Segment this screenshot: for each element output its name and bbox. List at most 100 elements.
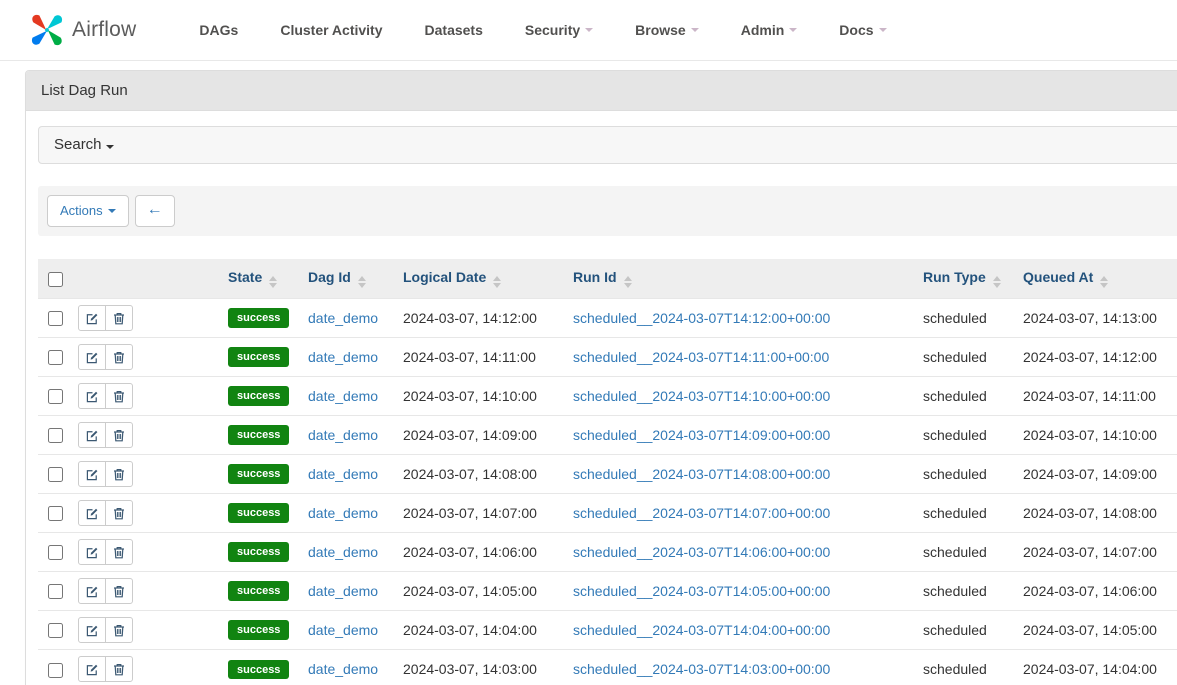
back-arrow-icon: ←: [147, 200, 163, 219]
run-id-cell: scheduled__2024-03-07T14:05:00+00:00: [563, 572, 913, 611]
table-row: success date_demo 2024-03-07, 14:04:00 s…: [38, 611, 1177, 650]
select-all-cell: [38, 259, 68, 299]
dag-id-link[interactable]: date_demo: [308, 388, 378, 404]
row-checkbox[interactable]: [48, 545, 63, 560]
state-badge: success: [228, 464, 289, 483]
nav-item-dags[interactable]: DAGs: [178, 0, 259, 60]
column-header-logical-date[interactable]: Logical Date: [393, 259, 563, 299]
search-toggle[interactable]: Search: [38, 126, 1177, 164]
edit-icon: [86, 390, 99, 403]
dag-id-link[interactable]: date_demo: [308, 505, 378, 521]
edit-record-button[interactable]: [78, 500, 106, 526]
run-id-link[interactable]: scheduled__2024-03-07T14:03:00+00:00: [573, 661, 830, 677]
state-badge: success: [228, 660, 289, 679]
row-checkbox[interactable]: [48, 506, 63, 521]
edit-record-button[interactable]: [78, 617, 106, 643]
sort-icon: [993, 276, 1001, 288]
dag-id-link[interactable]: date_demo: [308, 583, 378, 599]
dag-id-link[interactable]: date_demo: [308, 349, 378, 365]
sort-icon: [624, 276, 632, 288]
dag-id-link[interactable]: date_demo: [308, 466, 378, 482]
nav-item-datasets[interactable]: Datasets: [404, 0, 504, 60]
dag-id-link[interactable]: date_demo: [308, 622, 378, 638]
table-row: success date_demo 2024-03-07, 14:08:00 s…: [38, 455, 1177, 494]
row-checkbox[interactable]: [48, 584, 63, 599]
dag-id-cell: date_demo: [298, 650, 393, 685]
nav-item-docs[interactable]: Docs: [818, 0, 907, 60]
column-header-run-id[interactable]: Run Id: [563, 259, 913, 299]
row-checkbox[interactable]: [48, 311, 63, 326]
edit-record-button[interactable]: [78, 305, 106, 331]
column-header-label: Run Type: [923, 269, 986, 285]
run-id-link[interactable]: scheduled__2024-03-07T14:07:00+00:00: [573, 505, 830, 521]
nav-item-security[interactable]: Security: [504, 0, 614, 60]
row-checkbox[interactable]: [48, 663, 63, 678]
nav-item-cluster-activity[interactable]: Cluster Activity: [259, 0, 403, 60]
column-header-run-type[interactable]: Run Type: [913, 259, 1013, 299]
row-checkbox[interactable]: [48, 389, 63, 404]
state-cell: success: [218, 533, 298, 572]
state-cell: success: [218, 377, 298, 416]
column-header-state[interactable]: State: [218, 259, 298, 299]
logical-date-cell: 2024-03-07, 14:09:00: [393, 416, 563, 455]
run-id-link[interactable]: scheduled__2024-03-07T14:04:00+00:00: [573, 622, 830, 638]
run-id-link[interactable]: scheduled__2024-03-07T14:09:00+00:00: [573, 427, 830, 443]
edit-record-button[interactable]: [78, 422, 106, 448]
column-header-queued-at[interactable]: Queued At: [1013, 259, 1177, 299]
run-id-cell: scheduled__2024-03-07T14:10:00+00:00: [563, 377, 913, 416]
run-id-link[interactable]: scheduled__2024-03-07T14:12:00+00:00: [573, 310, 830, 326]
delete-record-button[interactable]: [105, 422, 133, 448]
edit-icon: [86, 507, 99, 520]
run-id-link[interactable]: scheduled__2024-03-07T14:10:00+00:00: [573, 388, 830, 404]
logical-date-cell: 2024-03-07, 14:10:00: [393, 377, 563, 416]
dag-id-link[interactable]: date_demo: [308, 427, 378, 443]
delete-record-button[interactable]: [105, 305, 133, 331]
trash-icon: [113, 312, 125, 325]
delete-record-button[interactable]: [105, 656, 133, 682]
row-checkbox[interactable]: [48, 467, 63, 482]
delete-record-button[interactable]: [105, 539, 133, 565]
edit-record-button[interactable]: [78, 461, 106, 487]
edit-record-button[interactable]: [78, 383, 106, 409]
row-actions-cell: [68, 572, 218, 611]
dag-id-link[interactable]: date_demo: [308, 544, 378, 560]
sort-icon: [493, 276, 501, 288]
trash-icon: [113, 390, 125, 403]
run-id-link[interactable]: scheduled__2024-03-07T14:05:00+00:00: [573, 583, 830, 599]
queued-at-cell: 2024-03-07, 14:11:00: [1013, 377, 1177, 416]
run-id-link[interactable]: scheduled__2024-03-07T14:08:00+00:00: [573, 466, 830, 482]
delete-record-button[interactable]: [105, 617, 133, 643]
run-type-cell: scheduled: [913, 533, 1013, 572]
run-id-link[interactable]: scheduled__2024-03-07T14:06:00+00:00: [573, 544, 830, 560]
trash-icon: [113, 546, 125, 559]
nav-item-browse[interactable]: Browse: [614, 0, 720, 60]
run-id-link[interactable]: scheduled__2024-03-07T14:11:00+00:00: [573, 349, 829, 365]
delete-record-button[interactable]: [105, 500, 133, 526]
actions-dropdown-button[interactable]: Actions: [47, 195, 129, 227]
delete-record-button[interactable]: [105, 383, 133, 409]
delete-record-button[interactable]: [105, 578, 133, 604]
delete-record-button[interactable]: [105, 344, 133, 370]
edit-record-button[interactable]: [78, 344, 106, 370]
row-select-cell: [38, 533, 68, 572]
queued-at-cell: 2024-03-07, 14:10:00: [1013, 416, 1177, 455]
state-badge: success: [228, 425, 289, 444]
dag-id-link[interactable]: date_demo: [308, 661, 378, 677]
delete-record-button[interactable]: [105, 461, 133, 487]
dag-id-link[interactable]: date_demo: [308, 310, 378, 326]
trash-icon: [113, 429, 125, 442]
chevron-down-icon: [691, 28, 699, 32]
edit-record-button[interactable]: [78, 539, 106, 565]
column-header-dag-id[interactable]: Dag Id: [298, 259, 393, 299]
row-checkbox[interactable]: [48, 350, 63, 365]
airflow-logo[interactable]: Airflow: [28, 11, 136, 49]
row-checkbox[interactable]: [48, 623, 63, 638]
edit-record-button[interactable]: [78, 578, 106, 604]
logical-date-cell: 2024-03-07, 14:04:00: [393, 611, 563, 650]
nav-item-admin[interactable]: Admin: [720, 0, 819, 60]
state-cell: success: [218, 572, 298, 611]
back-button[interactable]: ←: [135, 195, 175, 226]
edit-record-button[interactable]: [78, 656, 106, 682]
row-checkbox[interactable]: [48, 428, 63, 443]
select-all-checkbox[interactable]: [48, 272, 63, 287]
